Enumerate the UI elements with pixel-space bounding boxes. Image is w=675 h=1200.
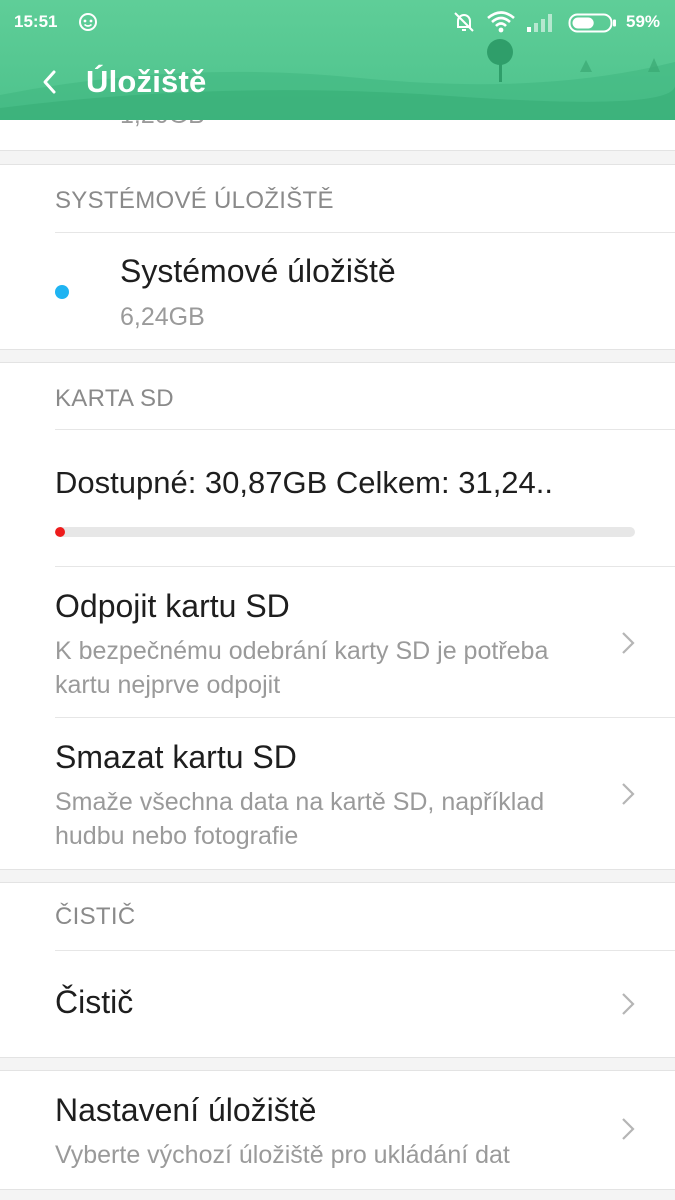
section-header-sd-card: KARTA SD [55, 385, 174, 412]
sd-card-usage-fill [55, 527, 66, 537]
chevron-right-icon [622, 1118, 635, 1140]
unmount-sd-title: Odpojit kartu SD [55, 588, 290, 624]
erase-sd-card-row[interactable]: Smazat kartu SD Smaže všechna data na ka… [0, 718, 675, 868]
previous-item-card: 1,20GB [0, 120, 675, 151]
cleaner-title: Čistič [55, 984, 134, 1020]
system-storage-color-dot [55, 285, 69, 299]
sd-card-usage-bar [55, 527, 635, 537]
app-header: 15:51 59% Úložiště [0, 0, 675, 120]
sd-card-section: KARTA SD Dostupné: 30,87GB Celkem: 31,24… [0, 362, 675, 870]
status-bar: 15:51 59% [0, 0, 675, 46]
previous-item-size: 1,20GB [120, 120, 205, 130]
unmount-sd-card-row[interactable]: Odpojit kartu SD K bezpečnému odebrání k… [0, 567, 675, 717]
divider [55, 429, 675, 430]
divider [55, 232, 675, 233]
chevron-right-icon [622, 632, 635, 654]
wifi-icon [487, 11, 515, 33]
signal-icon [527, 14, 552, 32]
chevron-right-icon [622, 993, 635, 1015]
chevron-right-icon [622, 783, 635, 805]
battery-percent: 59% [626, 12, 661, 31]
storage-settings-section: Nastavení úložiště Vyberte výchozí úloži… [0, 1070, 675, 1190]
system-storage-title: Systémové úložiště [120, 253, 396, 289]
section-header-system-storage: SYSTÉMOVÉ ÚLOŽIŠTĚ [55, 187, 334, 214]
back-button[interactable] [34, 62, 70, 102]
unmount-sd-subtitle: K bezpečnému odebrání karty SD je potřeb… [55, 637, 549, 699]
chevron-left-icon [43, 70, 56, 94]
storage-settings-title: Nastavení úložiště [55, 1092, 317, 1128]
cleaner-section: ČISTIČ Čistič [0, 882, 675, 1058]
section-header-cleaner: ČISTIČ [55, 903, 136, 930]
mute-icon [454, 12, 474, 32]
status-time: 15:51 [14, 12, 58, 31]
system-storage-size: 6,24GB [120, 303, 205, 331]
erase-sd-title: Smazat kartu SD [55, 739, 297, 775]
storage-content[interactable]: 1,20GB SYSTÉMOVÉ ÚLOŽIŠTĚ Systémové úlož… [0, 120, 675, 1200]
storage-settings-subtitle: Vyberte výchozí úložiště pro ukládání da… [55, 1141, 510, 1169]
battery-icon [568, 13, 616, 33]
sd-card-capacity-summary: Dostupné: 30,87GB Celkem: 31,24.. [55, 465, 554, 500]
storage-settings-row[interactable]: Nastavení úložiště Vyberte výchozí úloži… [0, 1071, 675, 1189]
system-storage-card: SYSTÉMOVÉ ÚLOŽIŠTĚ Systémové úložiště 6,… [0, 164, 675, 350]
erase-sd-subtitle: Smaže všechna data na kartě SD, napříkla… [55, 788, 545, 850]
page-title: Úložiště [86, 64, 207, 99]
cleaner-row[interactable]: Čistič [0, 951, 675, 1057]
notification-face-icon [79, 13, 97, 31]
